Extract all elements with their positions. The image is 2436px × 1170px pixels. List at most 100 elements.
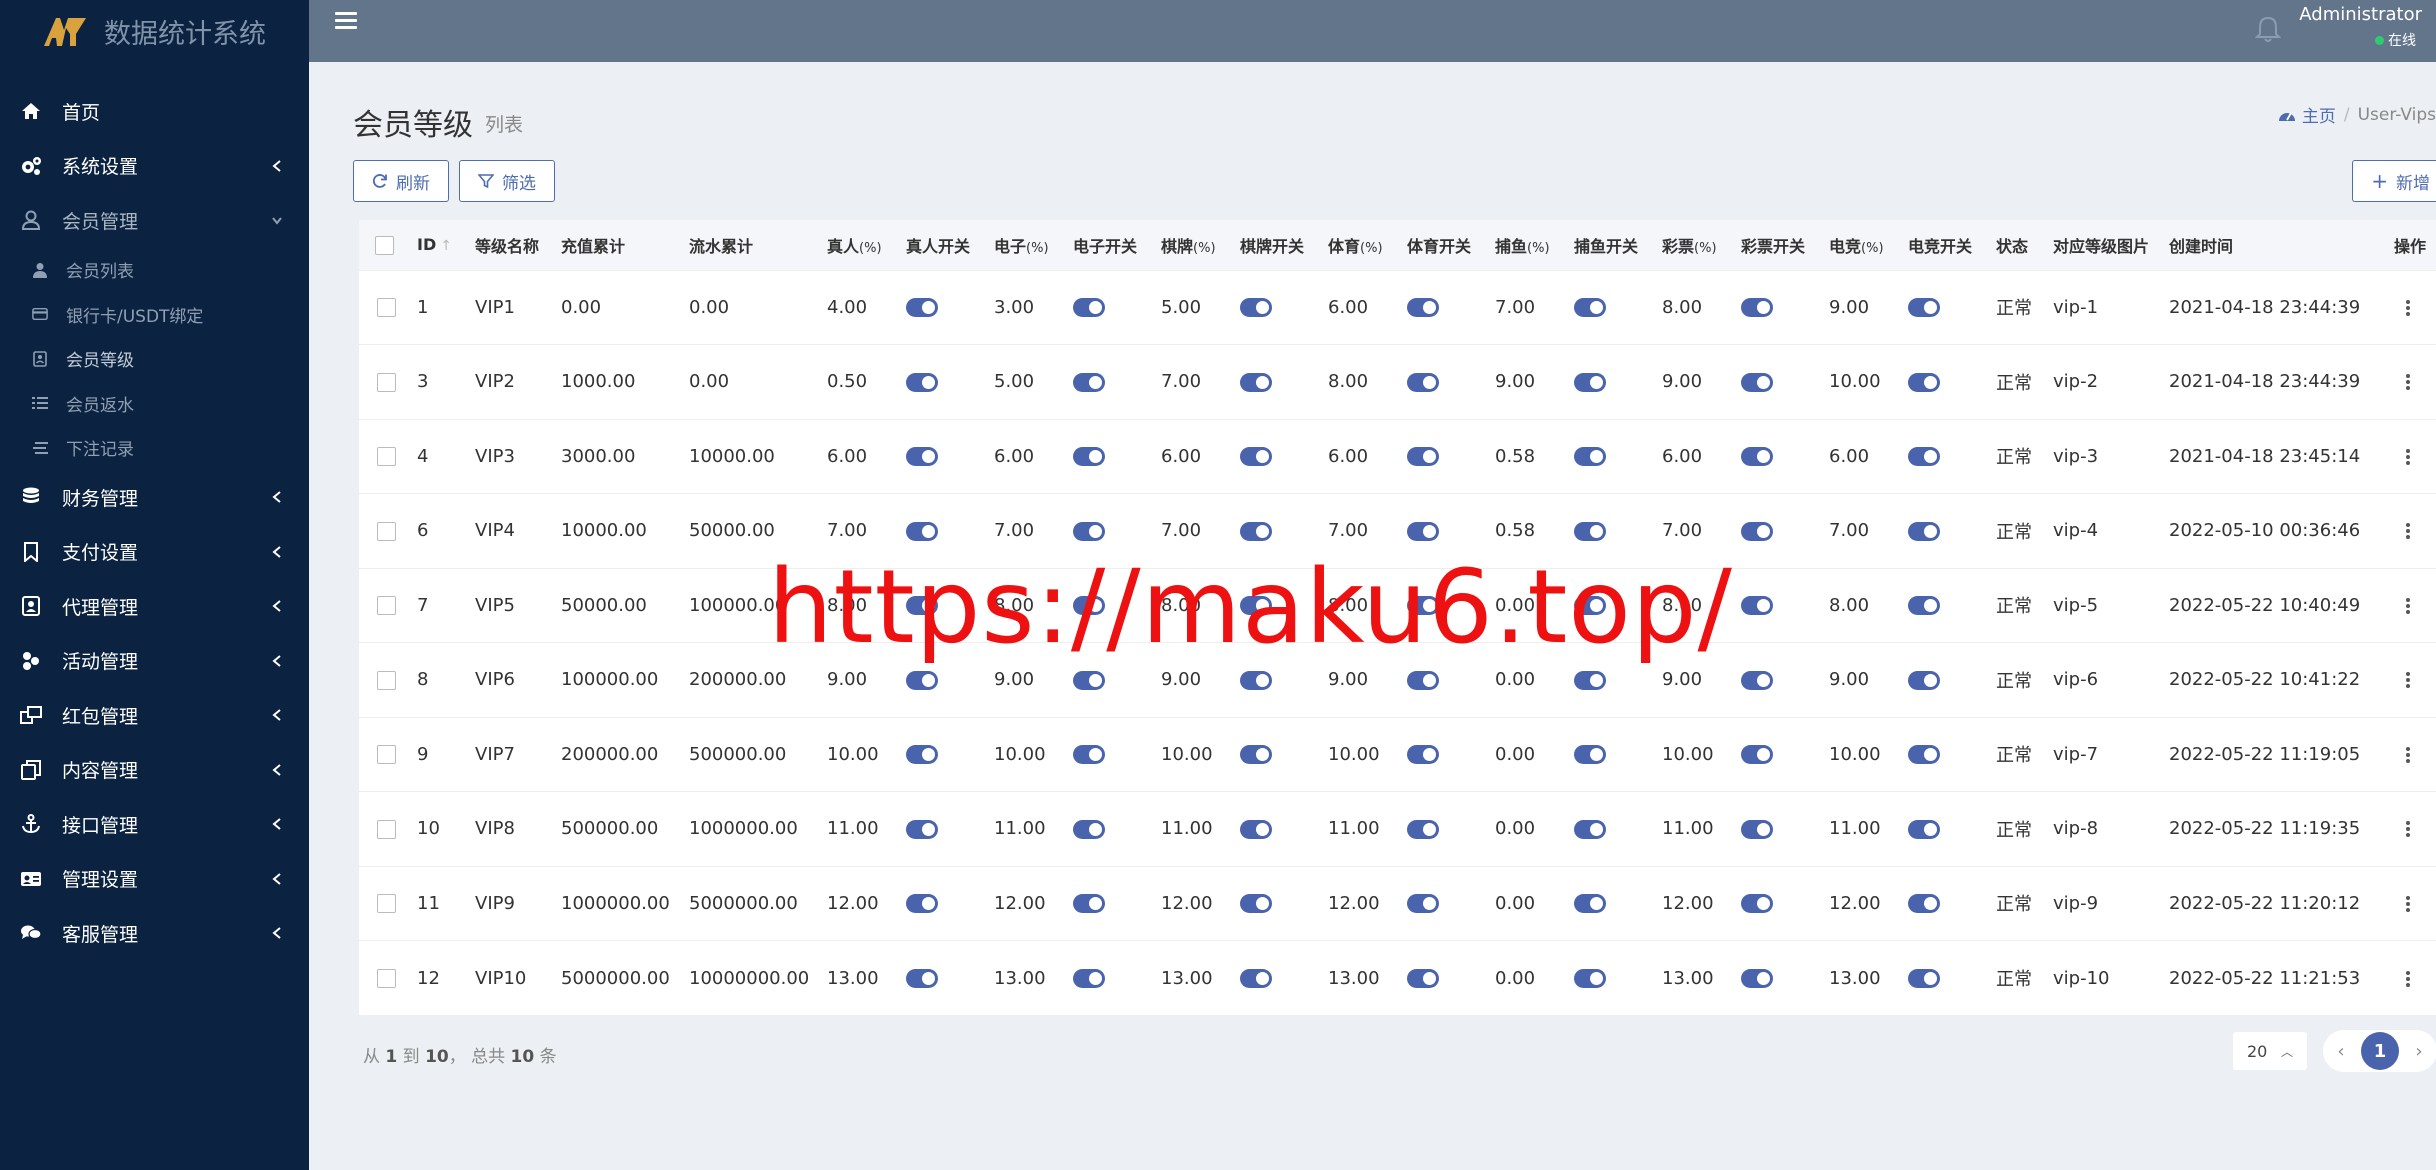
fish-toggle-switch[interactable] [1574, 894, 1606, 914]
sidebar-item-activity[interactable]: 活动管理 [0, 634, 309, 689]
sidebar-item-api[interactable]: 接口管理 [0, 797, 309, 852]
brand[interactable]: 数据统计系统 [0, 0, 309, 62]
sport-toggle-switch[interactable] [1407, 819, 1439, 839]
more-actions-icon[interactable] [2406, 374, 2410, 391]
lottery-toggle-switch[interactable] [1741, 298, 1773, 318]
slot-toggle-switch[interactable] [1073, 298, 1105, 318]
sport-toggle-switch[interactable] [1407, 894, 1439, 914]
lottery-toggle-switch[interactable] [1741, 372, 1773, 392]
chess-toggle-switch[interactable] [1240, 745, 1272, 765]
add-button[interactable]: + 新增 [2352, 160, 2436, 202]
slot-toggle-switch[interactable] [1073, 745, 1105, 765]
slot-toggle-switch[interactable] [1073, 969, 1105, 988]
sidebar-item-finance[interactable]: 财务管理 [0, 470, 309, 525]
more-actions-icon[interactable] [2406, 746, 2410, 763]
filter-button[interactable]: 筛选 [459, 160, 555, 202]
user-name[interactable]: Administrator [2299, 4, 2422, 25]
esport-toggle-switch[interactable] [1908, 819, 1940, 839]
sidebar-subitem-bet-records[interactable]: 下注记录 [0, 426, 309, 471]
sidebar-item-customer-service[interactable]: 客服管理 [0, 906, 309, 961]
more-actions-icon[interactable] [2406, 597, 2410, 614]
sidebar-item-home[interactable]: 首页 [0, 84, 309, 139]
live-toggle-switch[interactable] [906, 298, 938, 318]
next-page-icon[interactable]: › [2411, 1041, 2427, 1062]
chess-toggle-switch[interactable] [1240, 447, 1272, 467]
bell-icon[interactable] [2255, 15, 2281, 43]
row-checkbox[interactable] [377, 969, 396, 988]
esport-toggle-switch[interactable] [1908, 596, 1940, 616]
slot-toggle-switch[interactable] [1073, 521, 1105, 541]
row-checkbox[interactable] [377, 447, 396, 467]
row-checkbox[interactable] [377, 745, 396, 765]
refresh-button[interactable]: 刷新 [353, 160, 449, 202]
lottery-toggle-switch[interactable] [1741, 969, 1773, 988]
more-actions-icon[interactable] [2406, 448, 2410, 465]
chess-toggle-switch[interactable] [1240, 521, 1272, 541]
fish-toggle-switch[interactable] [1574, 969, 1606, 988]
sidebar-subitem-member-level[interactable]: 会员等级 [0, 337, 309, 382]
sport-toggle-switch[interactable] [1407, 447, 1439, 467]
sport-toggle-switch[interactable] [1407, 521, 1439, 541]
fish-toggle-switch[interactable] [1574, 670, 1606, 690]
more-actions-icon[interactable] [2406, 970, 2410, 987]
slot-toggle-switch[interactable] [1073, 819, 1105, 839]
more-actions-icon[interactable] [2406, 523, 2410, 540]
sidebar-item-payment[interactable]: 支付设置 [0, 525, 309, 580]
row-checkbox[interactable] [377, 298, 396, 318]
sport-toggle-switch[interactable] [1407, 298, 1439, 318]
sidebar-subitem-member-rebate[interactable]: 会员返水 [0, 381, 309, 426]
fish-toggle-switch[interactable] [1574, 819, 1606, 839]
row-checkbox[interactable] [377, 819, 396, 839]
sidebar-item-admin-settings[interactable]: 管理设置 [0, 852, 309, 907]
chess-toggle-switch[interactable] [1240, 372, 1272, 392]
sport-toggle-switch[interactable] [1407, 670, 1439, 690]
chess-toggle-switch[interactable] [1240, 298, 1272, 318]
more-actions-icon[interactable] [2406, 821, 2410, 838]
live-toggle-switch[interactable] [906, 969, 938, 988]
sidebar-subitem-bank-card[interactable]: 银行卡/USDT绑定 [0, 292, 309, 337]
esport-toggle-switch[interactable] [1908, 670, 1940, 690]
live-toggle-switch[interactable] [906, 894, 938, 914]
live-toggle-switch[interactable] [906, 745, 938, 765]
slot-toggle-switch[interactable] [1073, 670, 1105, 690]
sidebar-item-red-packet[interactable]: 红包管理 [0, 688, 309, 743]
chess-toggle-switch[interactable] [1240, 894, 1272, 914]
menu-toggle-icon[interactable] [335, 12, 357, 32]
live-toggle-switch[interactable] [906, 372, 938, 392]
fish-toggle-switch[interactable] [1574, 372, 1606, 392]
row-checkbox[interactable] [377, 372, 396, 392]
sport-toggle-switch[interactable] [1407, 745, 1439, 765]
breadcrumb-home[interactable]: 主页 [2278, 102, 2336, 127]
live-toggle-switch[interactable] [906, 447, 938, 467]
esport-toggle-switch[interactable] [1908, 521, 1940, 541]
lottery-toggle-switch[interactable] [1741, 670, 1773, 690]
sidebar-item-content[interactable]: 内容管理 [0, 743, 309, 798]
chess-toggle-switch[interactable] [1240, 670, 1272, 690]
more-actions-icon[interactable] [2406, 299, 2410, 316]
chess-toggle-switch[interactable] [1240, 819, 1272, 839]
live-toggle-switch[interactable] [906, 819, 938, 839]
row-checkbox[interactable] [377, 670, 396, 690]
fish-toggle-switch[interactable] [1574, 521, 1606, 541]
prev-page-icon[interactable]: ‹ [2333, 1041, 2349, 1062]
chess-toggle-switch[interactable] [1240, 969, 1272, 988]
live-toggle-switch[interactable] [906, 670, 938, 690]
esport-toggle-switch[interactable] [1908, 894, 1940, 914]
select-all-checkbox[interactable] [375, 235, 394, 255]
sport-toggle-switch[interactable] [1407, 969, 1439, 988]
fish-toggle-switch[interactable] [1574, 447, 1606, 467]
col-id[interactable]: ID ↑ [409, 220, 467, 270]
sidebar-item-system-settings[interactable]: 系统设置 [0, 139, 309, 194]
lottery-toggle-switch[interactable] [1741, 819, 1773, 839]
row-checkbox[interactable] [377, 521, 396, 541]
slot-toggle-switch[interactable] [1073, 372, 1105, 392]
page-size-select[interactable]: 20 ︿ [2233, 1032, 2307, 1070]
fish-toggle-switch[interactable] [1574, 745, 1606, 765]
live-toggle-switch[interactable] [906, 521, 938, 541]
esport-toggle-switch[interactable] [1908, 745, 1940, 765]
row-checkbox[interactable] [377, 894, 396, 914]
row-checkbox[interactable] [377, 596, 396, 616]
esport-toggle-switch[interactable] [1908, 298, 1940, 318]
current-page-button[interactable]: 1 [2361, 1032, 2399, 1070]
sort-icon[interactable]: ↑ [440, 238, 452, 254]
